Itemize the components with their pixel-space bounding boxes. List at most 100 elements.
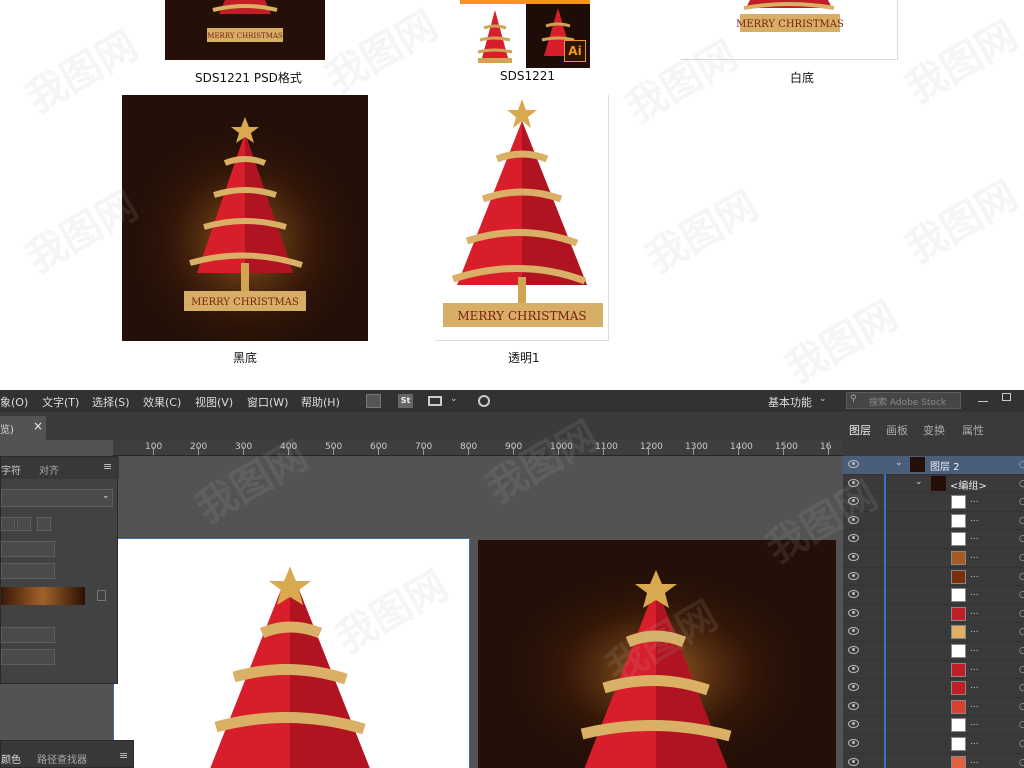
target-icon[interactable]: ○ [1019,646,1024,656]
target-icon[interactable]: ○ [1019,627,1024,637]
menu-window[interactable]: 窗口(W) [247,394,288,410]
target-icon[interactable]: ○ [1019,702,1024,712]
tab-artboards[interactable]: 画板 [886,422,908,438]
artboard-white[interactable] [113,538,470,768]
layer-item-row[interactable]: ... ○ [843,698,1024,717]
tab-layers[interactable]: 图层 [849,422,871,438]
eye-icon[interactable] [848,646,859,654]
layer-row-group[interactable]: ⌄ <编组> ○ [843,475,1024,494]
layer-item-row[interactable]: ... ○ [843,679,1024,698]
eye-icon[interactable] [848,701,859,710]
eye-icon[interactable] [848,460,859,468]
layer-item-row[interactable]: ... ○ [843,642,1024,661]
stock-icon[interactable]: St [398,394,413,408]
leading-field[interactable] [1,563,55,579]
eye-icon[interactable] [848,664,859,673]
layer-item-row[interactable]: ... ○ [843,549,1024,568]
file-thumb-ai[interactable]: Ai [460,0,590,68]
target-icon[interactable]: ○ [1019,497,1024,507]
artboard-dark[interactable] [478,540,836,768]
close-icon[interactable]: × [33,419,43,433]
kerning-field[interactable] [1,649,55,665]
layer-item-row[interactable]: ... ○ [843,754,1024,768]
layer-item-row[interactable]: ... ○ [843,623,1024,642]
align-right-button[interactable] [37,517,51,531]
target-icon[interactable]: ○ [1019,572,1024,582]
target-icon[interactable]: ○ [1019,609,1024,619]
tab-pathfinder[interactable]: 路径查找器 [37,751,87,766]
chevron-down-icon[interactable]: ⌄ [915,477,923,487]
tab-color[interactable]: 颜色 [1,751,21,766]
target-icon[interactable]: ○ [1019,534,1024,544]
layer-item-row[interactable]: ... ○ [843,661,1024,680]
eye-icon[interactable] [848,590,859,599]
arrange-documents-icon[interactable] [428,396,442,406]
eye-icon[interactable] [848,683,859,692]
file-thumb-transparent[interactable]: MERRY CHRISTMAS [435,95,609,341]
menu-select[interactable]: 选择(S) [92,394,130,410]
chevron-down-icon[interactable]: ⌄ [819,394,827,404]
menu-object[interactable]: 象(O) [0,394,28,410]
target-icon[interactable]: ○ [1019,479,1024,489]
eye-icon[interactable] [848,497,859,506]
document-tab[interactable]: 览) × [0,416,46,440]
layer-item-row[interactable]: ... ○ [843,716,1024,735]
layer-item-row[interactable]: ... ○ [843,605,1024,624]
menu-type[interactable]: 文字(T) [42,394,79,410]
font-family-select[interactable]: ⌄ [1,489,113,507]
layer-item-row[interactable]: ... ○ [843,735,1024,754]
align-center-button[interactable] [17,517,31,531]
eye-icon[interactable] [848,757,859,766]
restore-window-button[interactable] [1002,393,1011,401]
chevron-down-icon[interactable]: ⌄ [450,394,458,404]
chevron-down-icon[interactable]: ⌄ [895,458,903,468]
eye-icon[interactable] [848,534,859,543]
font-size-field[interactable] [1,541,55,557]
target-icon[interactable]: ○ [1019,739,1024,749]
target-icon[interactable]: ○ [1019,720,1024,730]
menu-effect[interactable]: 效果(C) [143,394,181,410]
layer-item-row[interactable]: ... ○ [843,512,1024,531]
tab-character[interactable]: 字符 [1,462,21,477]
target-icon[interactable]: ○ [1019,516,1024,526]
minimize-window-button[interactable] [978,401,988,402]
layer-item-row[interactable]: ... ○ [843,493,1024,512]
menu-view[interactable]: 视图(V) [195,394,233,410]
target-icon[interactable]: ○ [1019,758,1024,768]
file-thumb-white[interactable]: MERRY CHRISTMAS [680,0,898,60]
target-icon[interactable]: ○ [1019,590,1024,600]
layer-item-row[interactable]: ... ○ [843,530,1024,549]
eye-icon[interactable] [848,627,859,636]
gpu-performance-icon[interactable] [478,395,490,407]
align-left-button[interactable] [1,517,15,531]
layer-item-name: ... [970,681,979,692]
tab-transform[interactable]: 变换 [923,422,945,438]
target-icon[interactable]: ○ [1019,460,1024,470]
eye-icon[interactable] [848,571,859,580]
panel-menu-icon[interactable]: ≡ [119,749,128,762]
eye-icon[interactable] [848,553,859,561]
file-thumb-black[interactable]: MERRY CHRISTMAS [122,95,368,341]
bridge-icon[interactable] [366,394,381,408]
stock-search-field[interactable]: ⚲ 搜索 Adobe Stock [846,392,961,409]
tracking-field[interactable] [1,627,55,643]
eye-icon[interactable] [848,478,859,487]
target-icon[interactable]: ○ [1019,553,1024,563]
file-thumb-psd[interactable]: MERRY CHRISTMAS [165,0,325,60]
layer-row-top[interactable]: ⌄ 图层 2 ○ [843,456,1024,475]
tab-align[interactable]: 对齐 [39,462,59,477]
target-icon[interactable]: ○ [1019,665,1024,675]
layer-item-row[interactable]: ... ○ [843,586,1024,605]
eye-icon[interactable] [848,515,859,524]
tab-properties[interactable]: 属性 [962,422,984,438]
target-icon[interactable]: ○ [1019,683,1024,693]
eye-icon[interactable] [848,739,859,747]
trash-icon[interactable] [97,590,106,601]
menu-help[interactable]: 帮助(H) [301,394,340,410]
gradient-swatch[interactable] [1,587,85,605]
eye-icon[interactable] [848,608,859,617]
eye-icon[interactable] [848,720,859,729]
panel-menu-icon[interactable]: ≡ [103,460,112,473]
layer-item-row[interactable]: ... ○ [843,568,1024,587]
workspace-switcher[interactable]: 基本功能 [768,394,812,410]
